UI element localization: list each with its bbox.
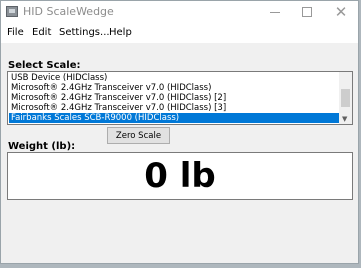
maximize-button[interactable]	[290, 1, 324, 23]
list-item[interactable]: Microsoft® 2.4GHz Transceiver v7.0 (HIDC…	[9, 93, 339, 103]
menu-settings[interactable]: Settings...	[59, 27, 110, 38]
weight-value: 0 lb	[144, 156, 216, 196]
list-item[interactable]: USB Device (HIDClass)	[9, 73, 339, 83]
menu-bar: File Edit Settings... Help	[1, 23, 358, 43]
close-button[interactable]: ✕	[324, 1, 358, 23]
menu-file[interactable]: File	[7, 27, 24, 38]
app-window: HID ScaleWedge ✕ File Edit Settings... H…	[0, 0, 359, 264]
close-icon: ✕	[334, 2, 348, 21]
menu-help[interactable]: Help	[109, 27, 132, 38]
menu-edit[interactable]: Edit	[32, 27, 51, 38]
weight-label: Weight (lb):	[8, 141, 76, 152]
maximize-icon	[302, 7, 312, 17]
minimize-icon	[270, 11, 280, 13]
list-item[interactable]: Microsoft® 2.4GHz Transceiver v7.0 (HIDC…	[9, 103, 339, 113]
listbox-scrollbar[interactable]: ▼	[339, 72, 352, 124]
list-item-selected[interactable]: Fairbanks Scales SCB-R9000 (HIDClass)	[9, 113, 339, 123]
list-item[interactable]: Microsoft® 2.4GHz Transceiver v7.0 (HIDC…	[9, 83, 339, 93]
select-scale-label: Select Scale:	[8, 60, 81, 71]
window-title: HID ScaleWedge	[23, 5, 114, 18]
app-icon	[6, 6, 18, 17]
weight-display: 0 lb	[7, 152, 353, 200]
minimize-button[interactable]	[258, 1, 292, 23]
scrollbar-thumb[interactable]	[341, 89, 350, 107]
zero-scale-button[interactable]: Zero Scale	[107, 127, 170, 144]
scale-listbox[interactable]: USB Device (HIDClass) Microsoft® 2.4GHz …	[7, 71, 353, 125]
title-bar[interactable]: HID ScaleWedge ✕	[1, 1, 358, 23]
chevron-down-icon[interactable]: ▼	[342, 116, 347, 123]
